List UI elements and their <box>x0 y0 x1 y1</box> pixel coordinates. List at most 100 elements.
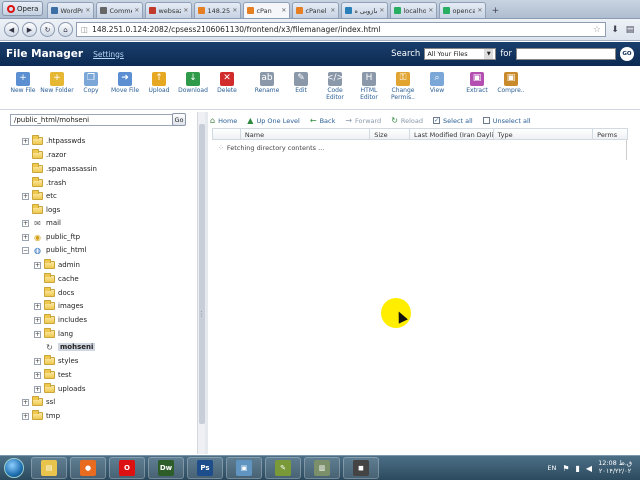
browser-tab[interactable]: مازوبی ه ✕ <box>341 2 389 18</box>
back-button[interactable]: ← Back <box>310 116 335 125</box>
up-one-level-button[interactable]: ▲ Up One Level <box>247 116 300 125</box>
forward-button[interactable]: → Forward <box>345 116 381 125</box>
expand-icon[interactable]: + <box>34 302 41 310</box>
language-indicator[interactable]: EN <box>547 464 556 472</box>
firefox-taskbar-button[interactable]: ● <box>70 457 106 479</box>
new-folder-button[interactable]: + New Folder <box>40 72 74 95</box>
unselect-all-button[interactable]: Unselect all <box>482 117 531 125</box>
html-editor-button[interactable]: H HTML Editor <box>352 72 386 101</box>
browser-tab[interactable]: opencar✕ <box>439 2 487 18</box>
bookmark-star-icon[interactable]: ☆ <box>593 25 601 35</box>
settings-link[interactable]: Settings <box>93 50 124 59</box>
tree-item-trash[interactable]: .trash <box>22 177 66 189</box>
tree-item-public-ftp[interactable]: + ◉ public_ftp <box>22 231 80 243</box>
reload-button[interactable]: ↻ Reload <box>391 116 423 125</box>
tree-item-includes[interactable]: + includes <box>34 314 87 326</box>
column-header-size[interactable]: Size <box>370 129 411 139</box>
change-permissions-button[interactable]: ⚿ Change Permis.. <box>386 72 420 101</box>
camtasia-taskbar-button[interactable]: ◼ <box>343 457 379 479</box>
extract-button[interactable]: ▣ Extract <box>460 72 494 95</box>
expand-icon[interactable]: + <box>22 398 29 406</box>
winrar-taskbar-button[interactable]: ▥ <box>304 457 340 479</box>
close-tab-icon[interactable]: ✕ <box>477 7 482 14</box>
volume-icon[interactable]: ◀ <box>586 464 592 473</box>
close-tab-icon[interactable]: ✕ <box>330 7 335 14</box>
tree-item-tmp[interactable]: + tmp <box>22 410 60 422</box>
expand-icon[interactable]: + <box>22 233 29 241</box>
close-tab-icon[interactable]: ✕ <box>428 7 433 14</box>
expand-icon[interactable]: + <box>34 357 41 365</box>
tree-item-razor[interactable]: .razor <box>22 149 66 161</box>
image-viewer-taskbar-button[interactable]: ▣ <box>226 457 262 479</box>
column-header-type[interactable]: Type <box>494 129 594 139</box>
clock[interactable]: 12:08 ق.ظ ۲۰۱۴/۲۲/۰۲ <box>598 459 632 476</box>
tree-item-htpasswds[interactable]: + .htpasswds <box>22 135 85 147</box>
dreamweaver-taskbar-button[interactable]: Dw <box>148 457 184 479</box>
panel-splitter[interactable] <box>205 112 208 454</box>
opera-menu-button[interactable]: Opera <box>2 1 44 16</box>
browser-tab[interactable]: localhos✕ <box>390 2 438 18</box>
download-button[interactable]: ↓ Download <box>176 72 210 95</box>
browser-tab[interactable]: Comme ✕ <box>96 2 144 18</box>
close-tab-icon[interactable]: ✕ <box>85 7 90 14</box>
tree-item-images[interactable]: + images <box>34 300 83 312</box>
expand-icon[interactable]: + <box>34 385 41 393</box>
tree-item-cache[interactable]: cache <box>34 273 79 285</box>
search-scope-select[interactable]: All Your Files ▼ <box>424 48 497 60</box>
tree-item-docs[interactable]: docs <box>34 287 74 299</box>
network-icon[interactable]: ▮ <box>576 464 580 473</box>
view-button[interactable]: ⌕ View <box>420 72 454 95</box>
tree-item-mohseni[interactable]: ↻ mohseni <box>34 341 96 353</box>
column-header-last-modified[interactable]: Last Modified (Iran Daylig <box>410 129 494 139</box>
collapse-icon[interactable]: − <box>22 246 29 254</box>
tree-item-admin[interactable]: + admin <box>34 259 80 271</box>
tree-item-spamassassin[interactable]: .spamassassin <box>22 163 97 175</box>
delete-button[interactable]: ✕ Delete <box>210 72 244 95</box>
splitter-grip-icon[interactable]: ⋮ <box>198 310 205 318</box>
tree-item-lang[interactable]: + lang <box>34 328 73 340</box>
opera-taskbar-button[interactable]: O <box>109 457 145 479</box>
close-tab-icon[interactable]: ✕ <box>183 7 188 14</box>
search-input[interactable] <box>516 48 616 60</box>
tree-item-public-html[interactable]: − ◍ public_html <box>22 244 87 256</box>
tree-item-test[interactable]: + test <box>34 369 71 381</box>
expand-icon[interactable]: + <box>22 192 29 200</box>
expand-icon[interactable]: + <box>34 330 41 338</box>
close-tab-icon[interactable]: ✕ <box>281 7 286 14</box>
browser-tab[interactable]: 148.251✕ <box>194 2 242 18</box>
tree-item-uploads[interactable]: + uploads <box>34 383 86 395</box>
upload-button[interactable]: ↑ Upload <box>142 72 176 95</box>
select-all-button[interactable]: ✓ Select all <box>433 117 473 125</box>
close-tab-icon[interactable]: ✕ <box>134 7 139 14</box>
tree-item-ssl[interactable]: + ssl <box>22 396 55 408</box>
new-tab-button[interactable]: + <box>488 4 502 17</box>
close-tab-icon[interactable]: ✕ <box>379 7 384 14</box>
expand-icon[interactable]: + <box>22 137 29 145</box>
explorer-taskbar-button[interactable]: ▤ <box>31 457 67 479</box>
photoshop-taskbar-button[interactable]: Ps <box>187 457 223 479</box>
browser-tab[interactable]: WordPr ✕ <box>47 2 95 18</box>
forward-nav-icon[interactable]: ▶ <box>22 22 37 37</box>
expand-icon[interactable]: + <box>34 261 41 269</box>
code-editor-button[interactable]: </> Code Editor <box>318 72 352 101</box>
column-header-name[interactable]: Name <box>241 129 371 139</box>
expand-icon[interactable]: + <box>34 316 41 324</box>
browser-tab[interactable]: cPanel X✕ <box>292 2 340 18</box>
expand-icon[interactable]: + <box>22 412 29 420</box>
search-go-button[interactable]: GO <box>620 47 634 61</box>
rename-button[interactable]: ab Rename <box>250 72 284 95</box>
edit-button[interactable]: ✎ Edit <box>284 72 318 95</box>
home-nav-icon[interactable]: ⌂ <box>58 22 73 37</box>
close-tab-icon[interactable]: ✕ <box>232 7 237 14</box>
new-file-button[interactable]: + New File <box>6 72 40 95</box>
flag-icon[interactable]: ⚑ <box>562 464 569 473</box>
notepad-taskbar-button[interactable]: ✎ <box>265 457 301 479</box>
expand-icon[interactable]: + <box>22 219 29 227</box>
tree-item-styles[interactable]: + styles <box>34 355 78 367</box>
start-button[interactable] <box>0 456 28 480</box>
panel-toggle-icon[interactable]: ▤ <box>624 24 636 36</box>
copy-button[interactable]: ❐ Copy <box>74 72 108 95</box>
expand-icon[interactable]: + <box>34 371 41 379</box>
tree-item-mail[interactable]: + ✉ mail <box>22 217 61 229</box>
tree-item-logs[interactable]: logs <box>22 204 60 216</box>
